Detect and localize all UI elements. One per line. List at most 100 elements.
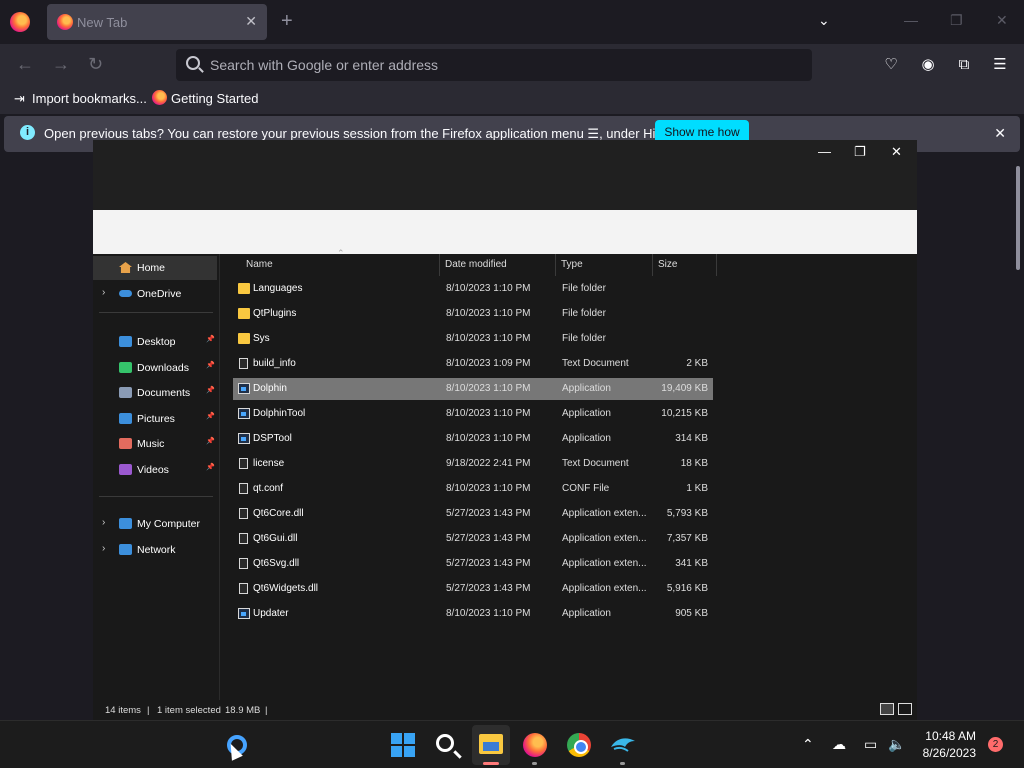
pin-icon[interactable]: 📌	[206, 361, 215, 369]
application-icon	[238, 433, 250, 444]
chrome-taskbar-icon[interactable]	[567, 733, 591, 757]
file-row[interactable]: license 9/18/2022 2:41 PM Text Document 18 …	[233, 453, 713, 475]
onedrive-offline-icon[interactable]: ☁	[832, 736, 846, 753]
volume-icon[interactable]: 🔈	[888, 736, 905, 753]
large-icons-view-icon[interactable]	[898, 703, 912, 715]
chevron-right-icon[interactable]: ›	[102, 543, 105, 554]
maximize-icon[interactable]: ❐	[950, 12, 963, 29]
pin-icon[interactable]: 📌	[206, 386, 215, 394]
file-icon	[239, 483, 248, 494]
sidebar-item-downloads[interactable]: Downloads 📌	[93, 356, 217, 380]
sidebar-item-music[interactable]: Music 📌	[93, 432, 217, 456]
pin-icon[interactable]: 📌	[206, 412, 215, 420]
pin-icon[interactable]: 📌	[206, 335, 215, 343]
dolphin-emulator-icon[interactable]	[610, 735, 636, 753]
sidebar-label: Videos	[137, 464, 169, 476]
tab-new-tab[interactable]: New Tab ✕	[47, 4, 267, 40]
clock-date[interactable]: 8/26/2023	[918, 746, 976, 760]
sidebar-item-home[interactable]: Home	[93, 256, 217, 280]
file-row[interactable]: Languages 8/10/2023 1:10 PM File folder	[233, 278, 713, 300]
file-name: Qt6Gui.dll	[253, 533, 298, 544]
pin-icon[interactable]: 📌	[206, 463, 215, 471]
import-bookmarks-icon: ⇥	[14, 91, 25, 106]
application-icon	[238, 408, 250, 419]
file-row[interactable]: QtPlugins 8/10/2023 1:10 PM File folder	[233, 303, 713, 325]
file-row[interactable]: Updater 8/10/2023 1:10 PM Application 905 K…	[233, 603, 713, 625]
page-scrollbar[interactable]	[1016, 166, 1020, 270]
forward-arrow-icon[interactable]: →	[52, 54, 70, 75]
file-row[interactable]: DolphinTool 8/10/2023 1:10 PM Application 1…	[233, 403, 713, 425]
sidebar-item-network[interactable]: › Network	[93, 538, 217, 562]
clock-time[interactable]: 10:48 AM	[918, 729, 976, 743]
status-bar: 14 items | 1 item selected 18.9 MB |	[93, 700, 917, 720]
account-icon[interactable]: ◉	[919, 56, 937, 74]
tab-close-icon[interactable]: ✕	[245, 13, 257, 30]
sidebar-item-my-computer[interactable]: › My Computer	[93, 512, 217, 536]
notification-badge[interactable]: 2	[988, 737, 1003, 752]
explorer-minimize-icon[interactable]: —	[818, 144, 831, 159]
file-row[interactable]: qt.conf 8/10/2023 1:10 PM CONF File 1 KB	[233, 478, 713, 500]
sidebar-item-videos[interactable]: Videos 📌	[93, 458, 217, 482]
file-row[interactable]: Qt6Widgets.dll 5/27/2023 1:43 PM Applicati…	[233, 578, 713, 600]
sidebar-item-desktop[interactable]: Desktop 📌	[93, 330, 217, 354]
column-date-modified[interactable]: Date modified	[440, 254, 556, 276]
column-size[interactable]: Size	[653, 254, 717, 276]
item-count: 14 items	[105, 705, 141, 716]
pocket-icon[interactable]: ♡	[882, 56, 900, 74]
file-explorer-window: — ❐ ✕ Home › OneDrive Desktop 📌 Downloads 📌…	[93, 140, 917, 720]
start-windows-icon[interactable]	[391, 733, 415, 757]
file-date-modified: 9/18/2022 2:41 PM	[446, 458, 531, 469]
chevron-right-icon[interactable]: ›	[102, 287, 105, 298]
column-type[interactable]: Type	[556, 254, 653, 276]
menu-icon[interactable]: ☰	[991, 56, 1009, 74]
reload-icon[interactable]: ↻	[88, 54, 103, 75]
minimize-icon[interactable]: —	[904, 12, 918, 28]
new-tab-button[interactable]: +	[281, 11, 293, 31]
getting-started-link[interactable]: Getting Started	[171, 91, 258, 106]
sidebar-item-pictures[interactable]: Pictures 📌	[93, 407, 217, 431]
close-window-icon[interactable]: ✕	[996, 12, 1008, 29]
selection-count: 1 item selected	[157, 705, 221, 716]
back-arrow-icon[interactable]: ←	[16, 54, 34, 75]
show-hidden-icons-chevron-icon[interactable]: ⌃	[802, 736, 814, 753]
file-type: File folder	[562, 283, 606, 294]
network-status-icon[interactable]: ▭	[864, 736, 877, 753]
file-name: Updater	[253, 608, 289, 619]
tab-title: New Tab	[77, 15, 128, 30]
file-row[interactable]: Qt6Gui.dll 5/27/2023 1:43 PM Application e…	[233, 528, 713, 550]
close-notification-icon[interactable]: ✕	[994, 125, 1006, 142]
taskbar: ⌃ ☁ ▭ 🔈 10:48 AM 8/26/2023 2	[0, 720, 1024, 768]
file-name: Qt6Svg.dll	[253, 558, 300, 569]
status-separator: |	[147, 705, 150, 716]
file-name: Qt6Core.dll	[253, 508, 304, 519]
file-row[interactable]: Qt6Core.dll 5/27/2023 1:43 PM Application …	[233, 503, 713, 525]
address-placeholder: Search with Google or enter address	[210, 57, 439, 73]
chevron-right-icon[interactable]: ›	[102, 517, 105, 528]
file-row[interactable]: Dolphin 8/10/2023 1:10 PM Application 19,40…	[233, 378, 713, 400]
explorer-maximize-icon[interactable]: ❐	[854, 144, 866, 160]
file-row[interactable]: build_info 8/10/2023 1:09 PM Text Document…	[233, 353, 713, 375]
folder-icon	[238, 283, 250, 294]
file-size: 10,215 KB	[661, 408, 708, 419]
file-explorer-icon[interactable]	[479, 734, 503, 754]
pin-icon[interactable]: 📌	[206, 437, 215, 445]
extensions-icon[interactable]: ⧉	[955, 56, 973, 74]
taskbar-search-icon[interactable]	[436, 734, 454, 752]
firefox-logo-icon[interactable]	[10, 12, 30, 32]
details-view-icon[interactable]	[880, 703, 894, 715]
list-all-tabs-chevron-icon[interactable]: ⌄	[818, 12, 830, 29]
sidebar-item-documents[interactable]: Documents 📌	[93, 381, 217, 405]
file-row[interactable]: Sys 8/10/2023 1:10 PM File folder	[233, 328, 713, 350]
firefox-taskbar-icon[interactable]	[523, 733, 547, 757]
sidebar-item-onedrive[interactable]: › OneDrive	[93, 282, 217, 306]
sidebar-label: Home	[137, 262, 166, 274]
import-bookmarks-link[interactable]: Import bookmarks...	[32, 91, 147, 106]
file-date-modified: 8/10/2023 1:10 PM	[446, 308, 531, 319]
file-row[interactable]: Qt6Svg.dll 5/27/2023 1:43 PM Application e…	[233, 553, 713, 575]
address-bar[interactable]: Search with Google or enter address	[176, 49, 812, 81]
file-name: DSPTool	[253, 433, 292, 444]
explorer-close-icon[interactable]: ✕	[891, 144, 902, 160]
file-row[interactable]: DSPTool 8/10/2023 1:10 PM Application 314 K…	[233, 428, 713, 450]
music-icon	[119, 438, 132, 450]
file-date-modified: 8/10/2023 1:10 PM	[446, 483, 531, 494]
